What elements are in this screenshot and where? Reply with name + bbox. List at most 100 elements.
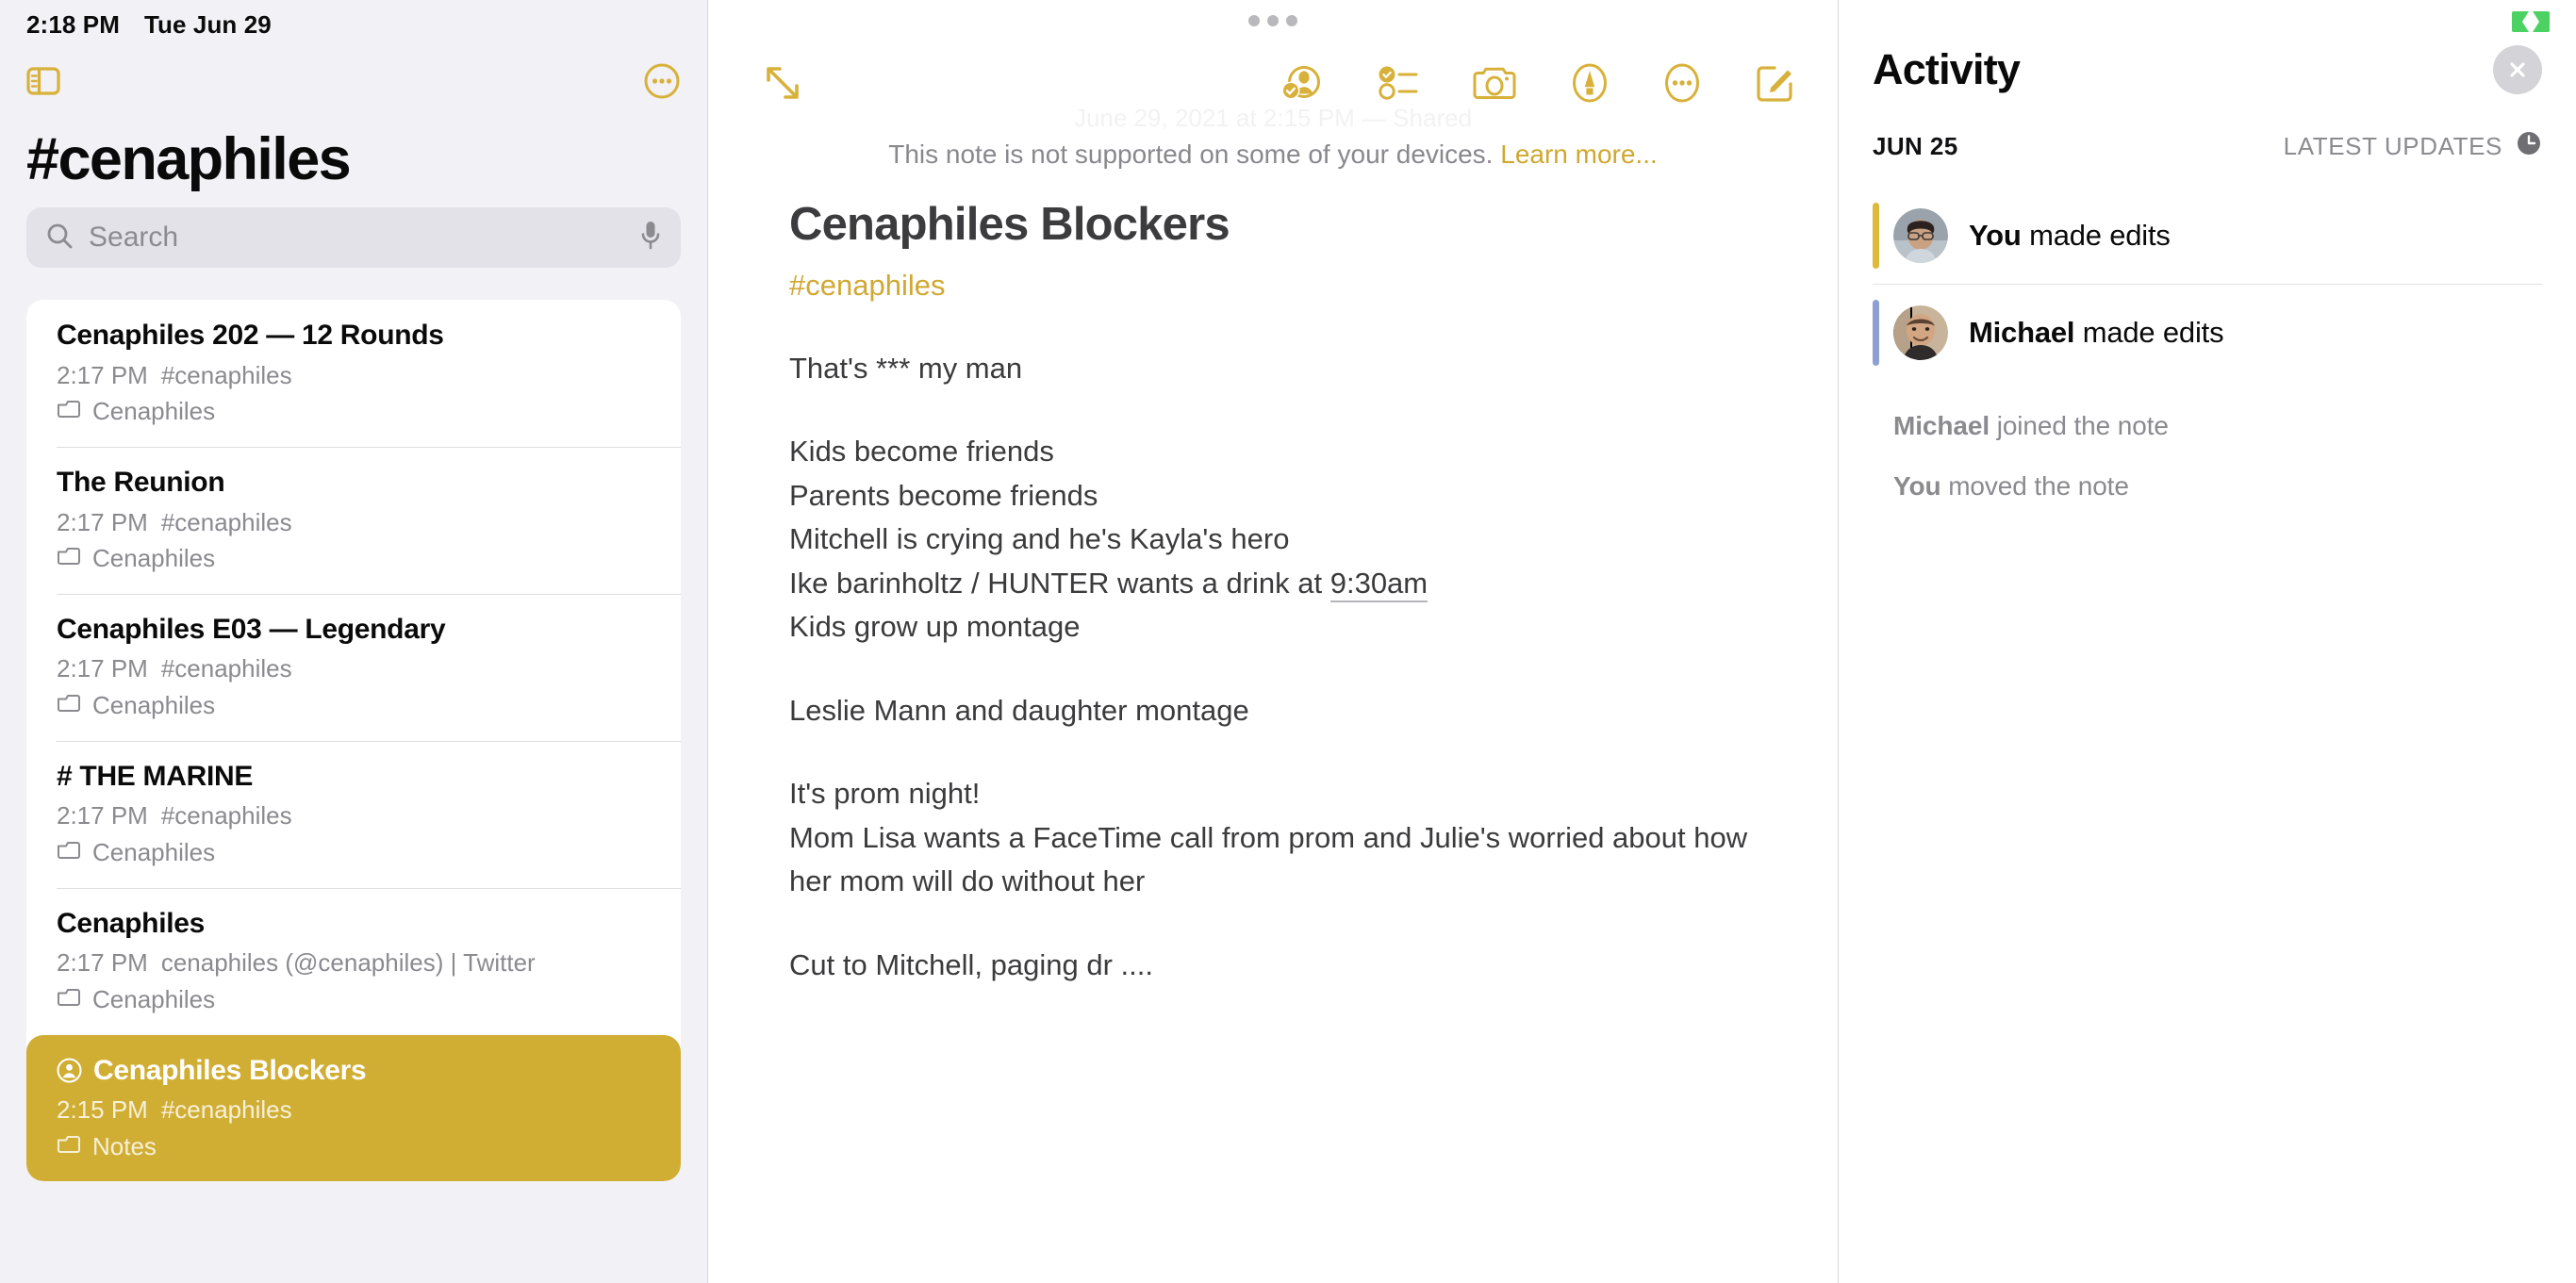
list-item-selected[interactable]: Cenaphiles Blockers 2:15 PM #cenaphiles N… [26, 1034, 681, 1182]
activity-entry-text: Michael made edits [1969, 316, 2224, 350]
activity-action: made edits [2074, 316, 2224, 349]
note-meta: 2:17 PM cenaphiles (@cenaphiles) | Twitte… [57, 946, 656, 981]
more-circle-icon[interactable] [1662, 62, 1702, 104]
activity-panel: Activity JUN 25 LATEST UPDATES You made … [1839, 0, 2576, 1283]
checklist-icon[interactable] [1378, 64, 1419, 102]
note-toolbar-actions [1280, 62, 1796, 104]
search-icon [45, 222, 74, 255]
note-meta: 2:17 PM #cenaphiles [57, 798, 656, 834]
latest-updates-label: LATEST UPDATES [2283, 132, 2502, 160]
note-meta: 2:15 PM #cenaphiles [57, 1093, 656, 1128]
note-paragraph-3: Leslie Mann and daughter montage [789, 693, 1249, 727]
activity-entry[interactable]: Michael made edits [1873, 284, 2542, 381]
note-title: Cenaphiles [57, 907, 206, 939]
note-paragraph-5: Cut to Mitchell, paging dr .... [789, 947, 1153, 981]
activity-entry-text: You made edits [1969, 219, 2171, 253]
sidebar-toggle-icon[interactable] [26, 67, 60, 95]
activity-entry[interactable]: You made edits [1873, 188, 2542, 284]
folder-name: Notes [92, 1131, 157, 1160]
note-title: # THE MARINE [57, 760, 254, 792]
note-meta: 2:17 PM #cenaphiles [57, 651, 656, 687]
activity-secondary-entry: Michael joined the note [1893, 411, 2542, 441]
activity-subheader: JUN 25 LATEST UPDATES [1873, 130, 2542, 163]
note-meta: 2:17 PM #cenaphiles [57, 358, 656, 394]
activity-action: joined the note [1990, 411, 2169, 440]
folder-name: Cenaphiles [92, 397, 216, 426]
list-item[interactable]: Cenaphiles 202 — 12 Rounds 2:17 PM #cenap… [26, 300, 681, 447]
note-folder: Cenaphiles [57, 541, 656, 577]
note-editor-pane: June 29, 2021 at 2:15 PM — Shared This n… [707, 0, 1839, 1283]
grabber-dot [1286, 15, 1297, 26]
note-time: 2:17 PM [57, 507, 148, 536]
page-title: #cenaphiles [26, 126, 352, 192]
note-title: Cenaphiles 202 — 12 Rounds [57, 320, 444, 352]
list-item[interactable]: Cenaphiles 2:17 PM cenaphiles (@cenaphile… [26, 888, 681, 1035]
sidebar: 2:18 PM Tue Jun 29 #cenaphiles Search Ce… [0, 0, 707, 1283]
window-grabber-handle[interactable] [1248, 15, 1297, 26]
grabber-dot [1267, 15, 1279, 26]
notes-list: Cenaphiles 202 — 12 Rounds 2:17 PM #cenap… [26, 300, 681, 1182]
folder-icon [57, 688, 81, 724]
note-line: It's prom night! [789, 777, 981, 811]
note-folder: Notes [57, 1129, 656, 1165]
note-subtitle: #cenaphiles [160, 801, 292, 831]
note-content[interactable]: Cenaphiles Blockers #cenaphiles That's *… [708, 179, 1838, 1283]
activity-action: made edits [2021, 219, 2171, 252]
note-time: 2:17 PM [57, 801, 148, 831]
learn-more-link[interactable]: Learn more... [1500, 140, 1658, 169]
folder-icon [57, 541, 81, 577]
activity-title: Activity [1873, 45, 2021, 93]
note-title: The Reunion [57, 467, 225, 499]
note-subtitle: #cenaphiles [160, 360, 292, 389]
compose-icon[interactable] [1755, 62, 1796, 104]
folder-icon [57, 982, 81, 1018]
list-item[interactable]: Cenaphiles E03 — Legendary 2:17 PM #cenap… [26, 594, 681, 741]
folder-name: Cenaphiles [92, 837, 216, 866]
close-icon[interactable] [2493, 45, 2542, 94]
note-folder: Cenaphiles [57, 835, 656, 871]
note-line: Mitchell is crying and he's Kayla's hero [789, 522, 1290, 556]
note-time: 2:17 PM [57, 360, 148, 389]
search-input[interactable] [89, 222, 624, 255]
markup-pen-icon[interactable] [1570, 62, 1610, 104]
folder-name: Cenaphiles [92, 691, 216, 720]
note-line: Kids become friends [789, 435, 1054, 469]
note-title: Cenaphiles E03 — Legendary [57, 613, 446, 645]
camera-icon[interactable] [1472, 64, 1517, 102]
banner-text: This note is not supported on some of yo… [888, 140, 1494, 169]
status-bar-date: Tue Jun 29 [143, 9, 272, 39]
note-folder: Cenaphiles [57, 688, 656, 724]
share-participants-icon[interactable] [1280, 62, 1325, 104]
note-hashtag[interactable]: #cenaphiles [789, 267, 1772, 304]
activity-header: Activity [1873, 0, 2542, 94]
activity-actor: You [1969, 219, 2022, 252]
folder-icon [57, 394, 81, 430]
sidebar-more-circle-icon[interactable] [643, 62, 681, 100]
list-item[interactable]: # THE MARINE 2:17 PM #cenaphiles Cenaphil… [26, 741, 681, 888]
note-subtitle: #cenaphiles [160, 654, 292, 683]
unsupported-note-banner: This note is not supported on some of yo… [708, 140, 1838, 170]
activity-secondary-entry: You moved the note [1893, 471, 2542, 502]
list-item[interactable]: The Reunion 2:17 PM #cenaphiles Cenaphile… [26, 447, 681, 594]
note-line: Mom Lisa wants a FaceTime call from prom… [789, 820, 1756, 898]
time-data-detector-link[interactable]: 9:30am [1329, 566, 1428, 602]
note-subtitle: #cenaphiles [160, 1095, 292, 1125]
activity-actor: Michael [1893, 411, 1990, 440]
latest-updates-toggle[interactable]: LATEST UPDATES [2284, 130, 2542, 163]
note-subtitle: cenaphiles (@cenaphiles) | Twitter [160, 948, 536, 978]
note-time: 2:17 PM [57, 948, 148, 978]
note-folder: Cenaphiles [57, 394, 656, 430]
note-line: Kids grow up montage [789, 610, 1081, 644]
folder-name: Cenaphiles [92, 544, 216, 573]
microphone-icon[interactable] [639, 220, 662, 256]
note-title: Cenaphiles Blockers [57, 1052, 656, 1091]
status-bar: 2:18 PM Tue Jun 29 [0, 0, 707, 49]
shared-person-icon [57, 1058, 82, 1083]
search-bar[interactable] [26, 207, 681, 269]
note-line: Parents become friends [789, 478, 1098, 512]
expand-diagonal-icon[interactable] [763, 63, 802, 103]
